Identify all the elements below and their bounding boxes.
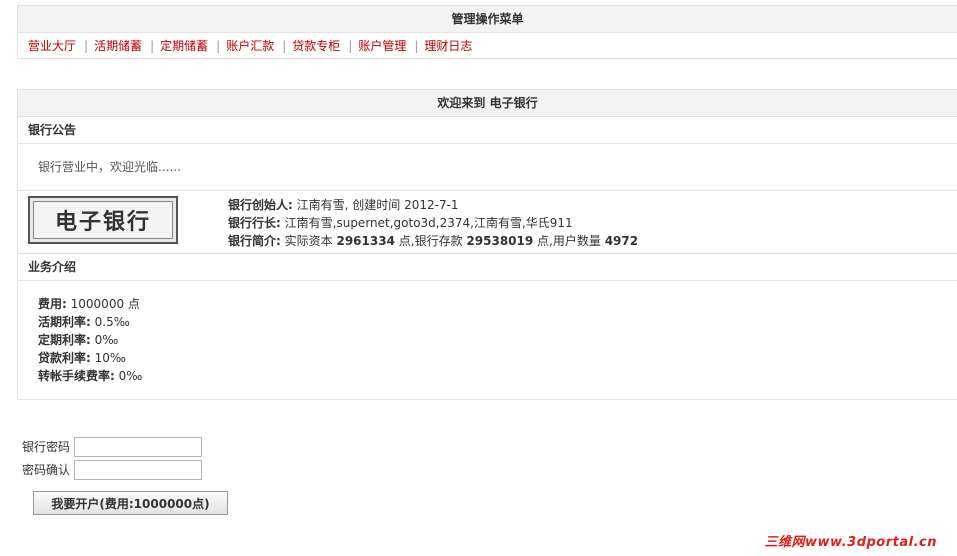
fee-list: 费用: 1000000 点 活期利率: 0.5‰ 定期利率: 0‰ 贷款利率: … [18, 281, 957, 385]
bank-info: 银行创始人: 江南有雪, 创建时间 2012-7-1 银行行长: 江南有雪,su… [228, 196, 638, 250]
fee-item: 贷款利率: 10‰ [38, 349, 957, 367]
intro-mid1: 点,银行存款 [398, 234, 463, 248]
founder-value: 江南有雪, 创建时间 2012-7-1 [296, 198, 459, 212]
demand-rate-value: 0.5‰ [94, 315, 130, 329]
bank-logo-frame: 电子银行 [33, 201, 173, 239]
demand-rate-label: 活期利率: [38, 315, 91, 329]
menu-item-finance-log[interactable]: 理财日志 [424, 39, 472, 53]
loan-rate-label: 贷款利率: [38, 351, 91, 365]
transfer-fee-value: 0‰ [118, 369, 143, 383]
intro-prefix: 实际资本 [284, 234, 333, 248]
fixed-rate-value: 0‰ [94, 333, 119, 347]
deposits-value: 29538019 [466, 234, 534, 248]
transfer-fee-label: 转帐手续费率: [38, 369, 115, 383]
notice-text: 银行营业中，欢迎光临...... [18, 144, 957, 191]
fee-item: 活期利率: 0.5‰ [38, 313, 957, 331]
menu-title: 管理操作菜单 [18, 6, 957, 33]
site-watermark: 三维网www.3dportal.cn [764, 535, 937, 550]
menu-separator: | [216, 39, 221, 53]
fee-label: 费用: [38, 297, 67, 311]
password-label: 银行密码 [22, 440, 71, 454]
menu-separator: | [348, 39, 353, 53]
fee-item: 转帐手续费率: 0‰ [38, 367, 957, 385]
intro-mid2: 点,用户数量 [537, 234, 601, 248]
open-account-button[interactable]: 我要开户(费用:1000000点) [33, 491, 228, 515]
menu-item-demand-deposit[interactable]: 活期储蓄 [94, 39, 142, 53]
loan-rate-value: 10‰ [94, 351, 127, 365]
founder-line: 银行创始人: 江南有雪, 创建时间 2012-7-1 [228, 196, 638, 214]
open-account-form: 银行密码 密码确认 [22, 435, 202, 481]
menu-bar: 营业大厅 | 活期储蓄 | 定期储蓄 | 账户汇款 | 贷款专柜 | 账户管理 | 理财日志 [18, 33, 957, 60]
president-label: 银行行长: [228, 216, 281, 230]
confirm-password-input[interactable] [74, 459, 202, 480]
password-input[interactable] [74, 436, 202, 457]
business-title: 业务介绍 [18, 254, 957, 281]
menu-separator: | [84, 39, 89, 53]
bank-info-row: 电子银行 银行创始人: 江南有雪, 创建时间 2012-7-1 银行行长: 江南… [18, 191, 957, 254]
notice-title: 银行公告 [18, 117, 957, 144]
intro-line: 银行简介: 实际资本 2961334 点,银行存款 29538019 点,用户数… [228, 232, 638, 250]
confirm-label: 密码确认 [22, 463, 71, 477]
menu-item-account-manage[interactable]: 账户管理 [358, 39, 406, 53]
fee-item: 费用: 1000000 点 [38, 295, 957, 313]
president-line: 银行行长: 江南有雪,supernet,goto3d,2374,江南有雪,华氏9… [228, 214, 638, 232]
menu-panel: 管理操作菜单 营业大厅 | 活期储蓄 | 定期储蓄 | 账户汇款 | 贷款专柜 | 账户管理 | 理财日… [17, 5, 957, 59]
fee-value: 1000000 点 [70, 297, 140, 311]
fee-item: 定期利率: 0‰ [38, 331, 957, 349]
bank-logo: 电子银行 [28, 196, 178, 244]
intro-label: 银行简介: [228, 234, 281, 248]
menu-item-loan-counter[interactable]: 贷款专柜 [292, 39, 340, 53]
president-value: 江南有雪,supernet,goto3d,2374,江南有雪,华氏911 [284, 216, 573, 230]
menu-item-remittance[interactable]: 账户汇款 [226, 39, 274, 53]
menu-separator: | [414, 39, 419, 53]
main-panel: 欢迎来到 电子银行 银行公告 银行营业中，欢迎光临...... 电子银行 银行创… [17, 89, 957, 400]
capital-value: 2961334 [336, 234, 395, 248]
menu-separator: | [150, 39, 155, 53]
main-title: 欢迎来到 电子银行 [18, 90, 957, 117]
users-value: 4972 [604, 234, 639, 248]
menu-item-hall[interactable]: 营业大厅 [28, 39, 76, 53]
fixed-rate-label: 定期利率: [38, 333, 91, 347]
menu-item-fixed-deposit[interactable]: 定期储蓄 [160, 39, 208, 53]
bank-logo-text: 电子银行 [54, 209, 151, 235]
founder-label: 银行创始人: [228, 198, 293, 212]
confirm-row: 密码确认 [22, 458, 202, 481]
password-row: 银行密码 [22, 435, 202, 458]
menu-separator: | [282, 39, 287, 53]
